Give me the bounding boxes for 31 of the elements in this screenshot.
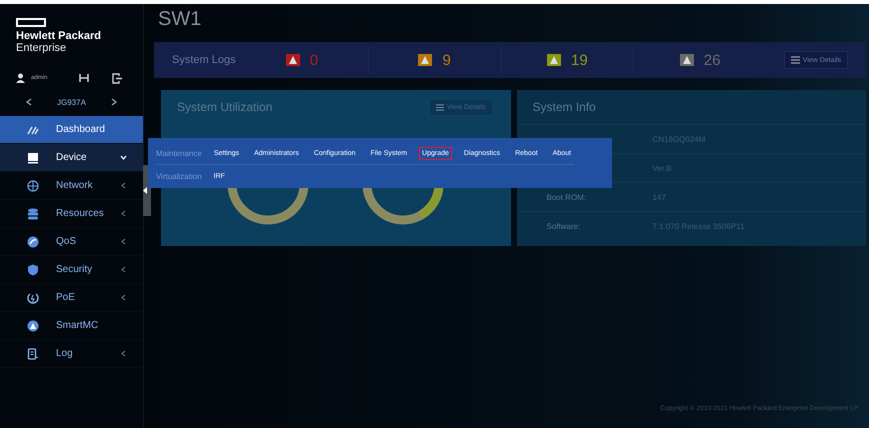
monitor-icon (27, 152, 39, 164)
list-icon (436, 104, 444, 110)
globe-icon (27, 180, 39, 192)
log-count: 0 (310, 52, 318, 68)
plug-icon (27, 292, 39, 304)
device-model: JG937A (57, 98, 86, 106)
brand-name: Hewlett Packard (16, 30, 102, 42)
list-icon (790, 56, 800, 64)
sidebar-item[interactable]: Dashboard (0, 116, 143, 144)
brand-name: Enterprise (16, 42, 68, 54)
shield-icon (27, 264, 39, 276)
sidebar-item[interactable]: Device (0, 144, 143, 172)
menu-group-title: Maintenance (156, 148, 202, 158)
menu-group-title: Virtualization (156, 172, 202, 180)
card-title: System Info (532, 100, 596, 114)
document-icon (27, 348, 39, 360)
user-icon (16, 73, 25, 83)
next-icon[interactable] (111, 98, 117, 106)
log-count: 9 (442, 52, 451, 68)
log-count: 19 (571, 52, 588, 68)
triangle-icon (27, 320, 39, 332)
previous-icon[interactable] (26, 98, 32, 106)
info-label: Boot ROM: (546, 192, 586, 202)
log-count: 26 (704, 52, 720, 68)
database-icon (27, 208, 39, 220)
card-title: System Utilization (177, 100, 272, 114)
logo-icon (16, 18, 46, 27)
logs-title: System Logs (171, 54, 236, 66)
page-title: SW1 (158, 8, 202, 32)
info-label: Software: (546, 222, 580, 230)
logout-icon[interactable] (112, 72, 122, 84)
